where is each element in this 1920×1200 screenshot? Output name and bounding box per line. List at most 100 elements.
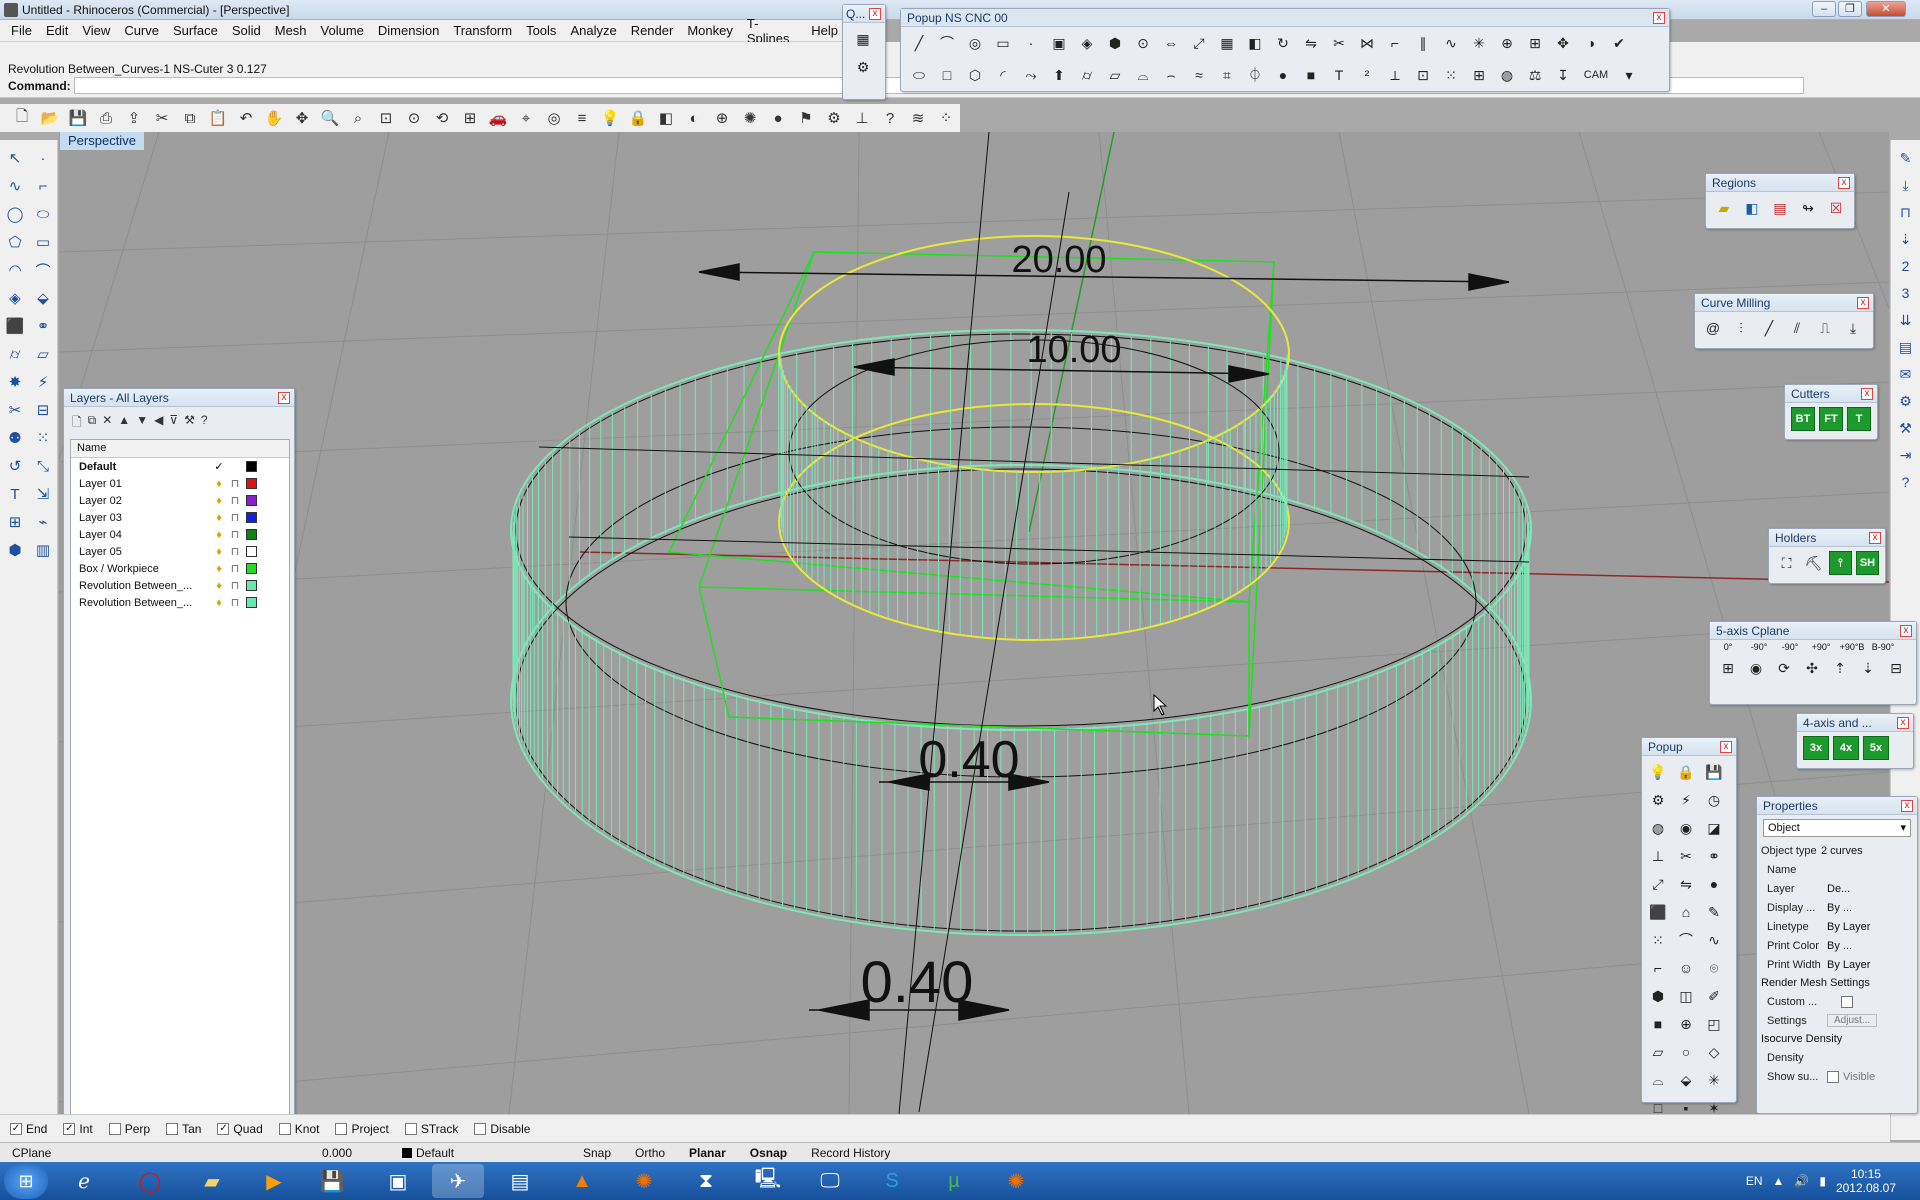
- menu-help[interactable]: Help: [804, 23, 845, 38]
- pipe-icon[interactable]: ⏀: [1243, 63, 1267, 87]
- holder-edit-icon[interactable]: ⛏: [1802, 551, 1825, 575]
- computer-icon[interactable]: 🖳: [742, 1164, 794, 1198]
- scale-icon[interactable]: ⚖: [1523, 63, 1547, 87]
- point-icon[interactable]: ·: [1019, 31, 1043, 55]
- spiral-icon[interactable]: @: [1701, 316, 1725, 340]
- curve-icon[interactable]: ∿: [1439, 31, 1463, 55]
- target-icon[interactable]: ◎: [542, 107, 566, 129]
- pocket-icon[interactable]: ⎍: [1813, 316, 1837, 340]
- union-icon[interactable]: ⊕: [1674, 1012, 1698, 1036]
- expand-icon[interactable]: ▾: [1617, 63, 1641, 87]
- cylinder-icon[interactable]: ⌭: [1, 340, 29, 368]
- scale-icon[interactable]: ⤢: [1646, 872, 1670, 896]
- menu-solid[interactable]: Solid: [225, 23, 268, 38]
- render-icon[interactable]: ◉: [1674, 816, 1698, 840]
- minimize-button[interactable]: –: [1812, 1, 1836, 17]
- pin-icon[interactable]: ⌾: [1702, 956, 1726, 980]
- osnap-knot[interactable]: Knot: [278, 1122, 319, 1136]
- planar-toggle[interactable]: Planar: [677, 1146, 738, 1160]
- bulb-icon[interactable]: ♦: [211, 495, 227, 507]
- layer-color-swatch[interactable]: [246, 512, 257, 523]
- offset-icon[interactable]: ∥: [1411, 31, 1435, 55]
- close-icon[interactable]: x: [869, 8, 881, 20]
- rotate-view-icon[interactable]: ⟲: [430, 107, 454, 129]
- record-history-toggle[interactable]: Record History: [799, 1146, 902, 1160]
- app2-icon[interactable]: ✺: [990, 1164, 1042, 1198]
- dimension-icon[interactable]: ⇔: [1159, 31, 1183, 55]
- help-icon[interactable]: ?: [201, 413, 208, 434]
- layer-icon[interactable]: ◧: [1243, 31, 1267, 55]
- zoom-selected-icon[interactable]: ⊙: [402, 107, 426, 129]
- network-icon[interactable]: ▮: [1819, 1174, 1826, 1188]
- internet-explorer-icon[interactable]: ℯ: [58, 1164, 110, 1198]
- layer-color-swatch[interactable]: [246, 529, 257, 540]
- pan-icon[interactable]: ✋: [262, 107, 286, 129]
- boolean-icon[interactable]: ⚭: [1702, 844, 1726, 868]
- snap-grid-icon[interactable]: ⁘: [934, 107, 958, 129]
- close-button[interactable]: ✕: [1866, 1, 1906, 17]
- layer-row[interactable]: Layer 01 ♦ ⊓: [71, 475, 289, 492]
- select-icon[interactable]: ↖: [1, 144, 29, 172]
- surface-icon[interactable]: ◇: [1702, 1040, 1726, 1064]
- layer-color-swatch[interactable]: [246, 563, 257, 574]
- bulb-icon[interactable]: ♦: [211, 478, 227, 490]
- lock-icon[interactable]: ⊓: [227, 511, 243, 524]
- property-value[interactable]: By ...: [1827, 902, 1907, 914]
- pen-icon[interactable]: ✎: [1702, 900, 1726, 924]
- network-icon[interactable]: ⌗: [1215, 63, 1239, 87]
- osnap-end[interactable]: ✓ End: [10, 1122, 47, 1136]
- menu-render[interactable]: Render: [624, 23, 681, 38]
- property-value[interactable]: By ...: [1827, 940, 1907, 952]
- transform-icon[interactable]: ⊞: [1, 508, 29, 536]
- fillet-icon[interactable]: ⌒: [29, 256, 57, 284]
- sheet-icon[interactable]: ▤: [1894, 335, 1918, 359]
- probe-icon[interactable]: ⇣: [1894, 227, 1918, 251]
- layer-color-swatch[interactable]: [246, 478, 257, 489]
- new-layer-icon[interactable]: 🗋: [72, 413, 82, 434]
- layer-color-swatch[interactable]: [246, 597, 257, 608]
- osnap-checkbox[interactable]: ✓: [217, 1122, 230, 1135]
- gumball-icon[interactable]: ✥: [1551, 31, 1575, 55]
- plane-icon[interactable]: ▱: [1103, 63, 1127, 87]
- volume-icon[interactable]: 🔊: [1794, 1174, 1809, 1188]
- paste-icon[interactable]: 📋: [206, 107, 230, 129]
- menu-mesh[interactable]: Mesh: [268, 23, 314, 38]
- cylinder-icon[interactable]: ⊙: [1131, 31, 1155, 55]
- cplane-icon[interactable]: ⊥: [850, 107, 874, 129]
- transform-icon[interactable]: ⤢: [1187, 31, 1211, 55]
- layer-row[interactable]: Default ✓: [71, 458, 289, 475]
- property-value[interactable]: By Layer: [1827, 959, 1907, 971]
- cplane-rotate-icon[interactable]: ⟳: [1772, 656, 1796, 680]
- measure-icon[interactable]: ⟂: [1383, 63, 1407, 87]
- current-layer-status[interactable]: Default: [390, 1146, 570, 1160]
- plane-icon[interactable]: ▱: [1646, 1040, 1670, 1064]
- cplane-p90-button[interactable]: +90°: [1807, 642, 1835, 652]
- holder-tool-button[interactable]: ⫯: [1828, 551, 1852, 575]
- photo-icon[interactable]: ▣: [372, 1164, 424, 1198]
- notepad-icon[interactable]: ▤: [494, 1164, 546, 1198]
- viewport-title[interactable]: Perspective: [60, 132, 144, 150]
- hook-icon[interactable]: ⌐: [1646, 956, 1670, 980]
- split-icon[interactable]: ⊟: [29, 396, 57, 424]
- lock-icon[interactable]: 🔒: [1674, 760, 1698, 784]
- gear-icon[interactable]: ⚙: [1646, 788, 1670, 812]
- menu-surface[interactable]: Surface: [166, 23, 225, 38]
- open-icon[interactable]: 📂: [38, 107, 62, 129]
- bulb-icon[interactable]: ♦: [211, 563, 227, 575]
- layer-color-swatch[interactable]: [246, 495, 257, 506]
- menu-t-splines[interactable]: T-Splines: [740, 16, 804, 46]
- surface-icon[interactable]: ◈: [1, 284, 29, 312]
- move-up-icon[interactable]: ▲: [118, 413, 130, 434]
- circle-icon[interactable]: ◎: [963, 31, 987, 55]
- array-icon[interactable]: ⁙: [1439, 63, 1463, 87]
- help-icon[interactable]: ?: [878, 107, 902, 129]
- bars-icon[interactable]: ▥: [29, 536, 57, 564]
- group-icon[interactable]: ⚉: [1, 424, 29, 452]
- cplane-grid-icon[interactable]: ⊞: [1716, 656, 1740, 680]
- house-icon[interactable]: ⌂: [1674, 900, 1698, 924]
- undo-icon[interactable]: ↶: [234, 107, 258, 129]
- visible-checkbox[interactable]: [1827, 1070, 1839, 1083]
- polyline-icon[interactable]: ⌒: [935, 31, 959, 55]
- ring-icon[interactable]: ◍: [1495, 63, 1519, 87]
- array-icon[interactable]: ⁙: [29, 424, 57, 452]
